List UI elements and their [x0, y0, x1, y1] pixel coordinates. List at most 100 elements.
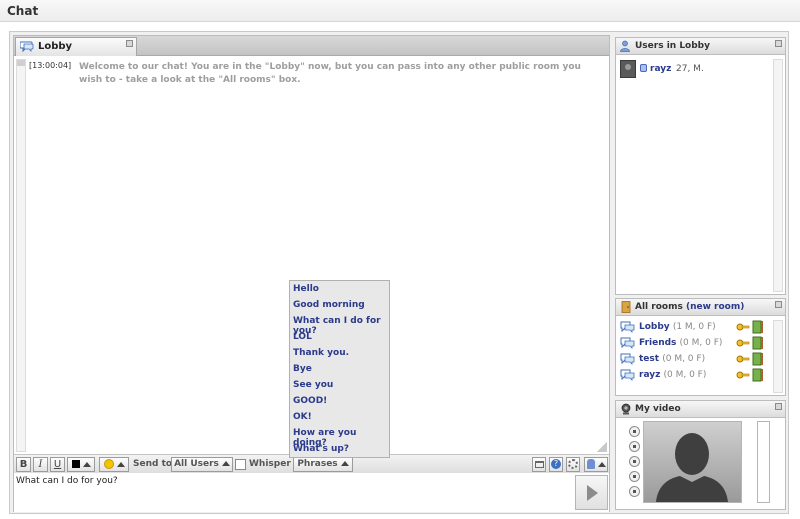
- phrase-item[interactable]: What's up?: [293, 444, 349, 454]
- send-to-dropdown[interactable]: All Users: [171, 457, 233, 472]
- close-icon[interactable]: [126, 40, 133, 47]
- chat-bubble-icon: [620, 369, 635, 381]
- door-icon: [621, 301, 631, 313]
- smiley-button[interactable]: [99, 457, 129, 472]
- chat-app: Lobby [13:00:04] Welcome to our chat! Yo…: [9, 31, 789, 514]
- room-count: (1 M, 0 F): [672, 322, 716, 332]
- tab-label: Lobby: [38, 41, 73, 52]
- enter-room-icon[interactable]: [752, 368, 764, 382]
- video-level-bar: [757, 421, 770, 503]
- rooms-scrollbar[interactable]: [773, 320, 783, 393]
- room-count: (0 M, 0 F): [662, 354, 706, 364]
- phrase-item[interactable]: GOOD!: [293, 396, 327, 406]
- chat-bubble-icon: [620, 321, 635, 333]
- room-item-test[interactable]: test (0 M, 0 F): [620, 352, 770, 368]
- rooms-title-text: All rooms: [635, 302, 683, 312]
- close-icon[interactable]: [775, 403, 782, 410]
- page-title: Chat: [7, 4, 39, 18]
- rooms-box-title: All rooms (new room): [635, 302, 744, 312]
- resize-grip-icon[interactable]: [597, 442, 607, 452]
- message-input[interactable]: What can I do for you?: [14, 474, 574, 511]
- underline-button[interactable]: U: [50, 457, 65, 472]
- users-box: Users in Lobby rayz 27, M.: [615, 37, 786, 295]
- bold-button[interactable]: B: [16, 457, 31, 472]
- user-meta: 27, M.: [676, 64, 704, 74]
- lock-icon: [640, 64, 647, 72]
- tab-lobby[interactable]: Lobby: [15, 37, 137, 56]
- key-icon[interactable]: [736, 321, 750, 333]
- room-name: Lobby (1 M, 0 F): [639, 322, 716, 332]
- send-to-label: Send to:: [133, 459, 176, 469]
- room-name-text[interactable]: rayz: [639, 370, 660, 380]
- settings-icon: [568, 459, 578, 469]
- phrase-item[interactable]: Hello: [293, 284, 319, 294]
- italic-button[interactable]: I: [33, 457, 48, 472]
- users-box-header: Users in Lobby: [616, 38, 785, 55]
- room-name-text[interactable]: Friends: [639, 338, 676, 348]
- room-name-text[interactable]: test: [639, 354, 659, 364]
- avatar: [620, 60, 636, 78]
- phrases-label: Phrases: [297, 459, 338, 469]
- key-icon[interactable]: [736, 337, 750, 349]
- key-icon[interactable]: [736, 353, 750, 365]
- rewind-icon[interactable]: [629, 471, 640, 482]
- key-icon[interactable]: [736, 369, 750, 381]
- text-color-button[interactable]: [67, 457, 95, 472]
- pause-icon[interactable]: [629, 441, 640, 452]
- smiley-icon: [103, 459, 114, 469]
- message-scrollbar[interactable]: [16, 59, 26, 452]
- audio-icon[interactable]: [629, 486, 640, 497]
- new-room-link[interactable]: (new room): [686, 302, 744, 312]
- window-icon: [534, 460, 544, 468]
- rooms-box-header: All rooms (new room): [616, 299, 785, 316]
- help-button[interactable]: ?: [549, 457, 563, 472]
- window-button[interactable]: [532, 457, 546, 472]
- phrase-item[interactable]: Thank you.: [293, 348, 349, 358]
- user-status-icon: [586, 459, 595, 469]
- help-icon: ?: [551, 459, 561, 469]
- stop-icon[interactable]: [629, 456, 640, 467]
- enter-room-icon[interactable]: [752, 320, 764, 334]
- message-time: [13:00:04]: [29, 61, 72, 70]
- phrase-item[interactable]: Bye: [293, 364, 312, 374]
- user-group-icon: [620, 40, 630, 52]
- chat-bubble-icon: [20, 41, 34, 53]
- room-count: (0 M, 0 F): [679, 338, 723, 348]
- phrase-item[interactable]: Good morning: [293, 300, 365, 310]
- send-arrow-icon: [587, 485, 598, 501]
- phrase-item[interactable]: LOL: [293, 332, 312, 342]
- video-box: My video: [615, 400, 786, 510]
- user-name[interactable]: rayz: [650, 64, 671, 74]
- room-item-rayz[interactable]: rayz (0 M, 0 F): [620, 368, 770, 384]
- send-button[interactable]: [575, 475, 608, 510]
- play-icon[interactable]: [629, 426, 640, 437]
- settings-button[interactable]: [566, 457, 580, 472]
- message-input-area: What can I do for you?: [14, 474, 609, 512]
- video-preview: [643, 421, 742, 503]
- phrases-button[interactable]: Phrases: [293, 457, 353, 472]
- phrase-item[interactable]: See you: [293, 380, 333, 390]
- whisper-checkbox[interactable]: [235, 459, 246, 470]
- chat-bubble-icon: [620, 353, 635, 365]
- phrase-item[interactable]: OK!: [293, 412, 312, 422]
- room-item-friends[interactable]: Friends (0 M, 0 F): [620, 336, 770, 352]
- status-button[interactable]: [584, 457, 608, 472]
- room-count: (0 M, 0 F): [663, 370, 707, 380]
- close-icon[interactable]: [775, 40, 782, 47]
- whisper-label: Whisper: [249, 459, 291, 469]
- enter-room-icon[interactable]: [752, 336, 764, 350]
- page-header: Chat: [0, 0, 800, 22]
- room-item-lobby[interactable]: Lobby (1 M, 0 F): [620, 320, 770, 336]
- enter-room-icon[interactable]: [752, 352, 764, 366]
- close-icon[interactable]: [775, 301, 782, 308]
- camera-icon: [621, 403, 631, 415]
- room-tab-strip: Lobby: [14, 36, 609, 56]
- users-scrollbar[interactable]: [773, 59, 783, 292]
- users-box-title: Users in Lobby: [635, 41, 710, 51]
- send-to-value: All Users: [174, 459, 219, 469]
- rooms-box: All rooms (new room) Lobby (1 M, 0 F) Fr…: [615, 298, 786, 396]
- video-box-header: My video: [616, 401, 785, 418]
- message-text: Welcome to our chat! You are in the "Lob…: [79, 62, 581, 85]
- room-name-text[interactable]: Lobby: [639, 322, 670, 332]
- phrases-menu: Hello Good morning What can I do for you…: [289, 280, 390, 458]
